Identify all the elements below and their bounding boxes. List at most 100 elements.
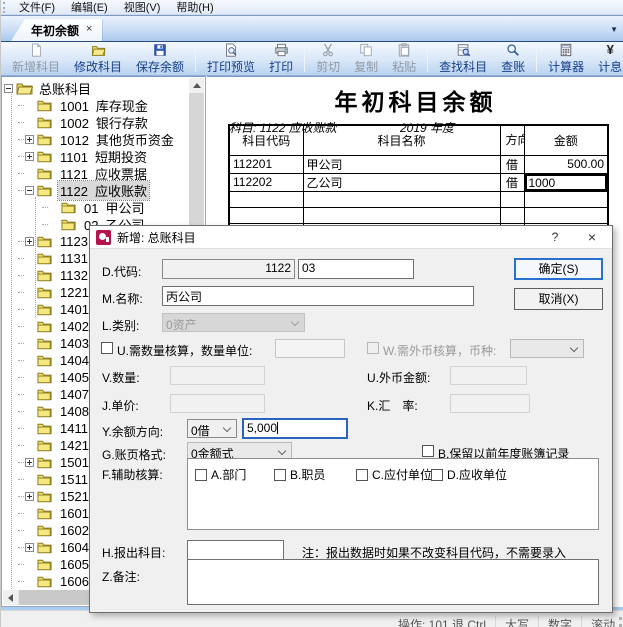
aux-option-receivable[interactable]: D.应收单位 [431, 466, 507, 483]
keep-history-checkbox[interactable] [422, 445, 434, 457]
toolbar-separator [304, 46, 305, 72]
save-balance-button[interactable]: 保存余额 [129, 43, 191, 75]
tree-expand-toggle[interactable] [25, 237, 34, 246]
folder-icon [37, 354, 54, 367]
cancel-button[interactable]: 取消(X) [514, 288, 603, 310]
tree-item[interactable]: 01甲公司 [2, 199, 188, 216]
code-parent-field[interactable]: 1122 [162, 259, 295, 279]
app-logo-icon [96, 230, 111, 245]
price-field[interactable] [170, 394, 265, 413]
aux-option-staff[interactable]: B.职员 [274, 466, 325, 483]
cell-code: 112202 [229, 173, 303, 191]
tree-guide [18, 428, 24, 429]
dialog-title-bar[interactable]: 新增: 总账科目 ? × [90, 226, 612, 249]
tree-root-item[interactable]: 总账科目 [2, 80, 188, 97]
tree-item[interactable]: 1001库存现金 [2, 97, 188, 114]
tab-opening-balance[interactable]: 年初余额 × [11, 19, 102, 41]
dialog-close-button[interactable]: × [576, 226, 608, 249]
tree-guide [18, 241, 24, 242]
cell-amount[interactable]: 500.00 [524, 155, 608, 173]
folder-icon [61, 201, 78, 214]
tree-guide [42, 207, 48, 208]
new-subject-button[interactable]: 新增科目 [5, 43, 67, 75]
type-select[interactable]: 0资产 [162, 313, 305, 332]
print-preview-button[interactable]: 打印预览 [200, 43, 262, 75]
paste-button[interactable]: 粘贴 [385, 43, 423, 75]
tree-expand-toggle[interactable] [25, 135, 34, 144]
table-row[interactable] [229, 191, 608, 207]
dept-checkbox[interactable] [195, 469, 207, 481]
tree-expand-toggle[interactable] [25, 186, 34, 195]
scroll-up-icon[interactable] [189, 78, 204, 93]
tree-item[interactable]: 1122应收账款 [2, 182, 188, 199]
tree-item[interactable]: 1012其他货币资金 [2, 131, 188, 148]
fx-amount-field[interactable] [450, 366, 527, 385]
menu-item[interactable]: 帮助(H) [168, 0, 221, 16]
rate-field[interactable] [450, 394, 530, 413]
cut-button[interactable]: 剪切 [309, 43, 347, 75]
code-child-field[interactable]: 03 [298, 259, 414, 279]
calculator-button[interactable]: 计算器 [541, 43, 591, 75]
audit-button[interactable]: 查账 [494, 43, 532, 75]
cell-amount[interactable] [524, 207, 608, 223]
interest-button[interactable]: ¥ 计息 [591, 43, 623, 75]
fx-check-label: W.需外币核算，币种: [383, 342, 496, 359]
report-subject-field[interactable] [187, 540, 284, 560]
tree-guide [18, 581, 24, 582]
folder-icon [37, 303, 54, 316]
folder-icon [37, 252, 54, 265]
menu-item[interactable]: 视图(V) [116, 0, 169, 16]
copy-button[interactable]: 复制 [347, 43, 385, 75]
fx-accounting-checkbox[interactable] [367, 342, 379, 354]
tree-item[interactable]: 1002银行存款 [2, 114, 188, 131]
memo-textarea[interactable] [187, 559, 599, 605]
ok-button[interactable]: 确定(S) [514, 258, 603, 280]
direction-select[interactable]: 0借 [187, 419, 237, 438]
receivable-checkbox[interactable] [431, 469, 443, 481]
table-row[interactable]: 112201 甲公司 借 500.00 [229, 155, 608, 173]
tree-guide [18, 530, 24, 531]
qty-accounting-checkbox[interactable] [101, 342, 113, 354]
tree-expand-toggle[interactable] [25, 543, 34, 552]
aux-option-dept[interactable]: A.部门 [195, 466, 246, 483]
currency-select[interactable] [510, 339, 584, 358]
folder-icon [37, 541, 54, 554]
menu-item[interactable]: 文件(F) [11, 0, 63, 16]
dialog-help-button[interactable]: ? [540, 226, 570, 249]
scissors-icon [321, 43, 335, 57]
folder-icon [37, 99, 54, 112]
tree-expand-toggle[interactable] [25, 492, 34, 501]
tree-item[interactable]: 1121应收票据 [2, 165, 188, 182]
name-label: M.名称: [102, 290, 143, 307]
aux-label: F.辅助核算: [102, 466, 163, 483]
tree-guide [18, 292, 24, 293]
balance-field[interactable]: 5,000 [242, 418, 348, 439]
cell-amount[interactable] [524, 191, 608, 207]
tree-item[interactable]: 1101短期投资 [2, 148, 188, 165]
qty-unit-field[interactable] [275, 339, 345, 358]
tab-overflow-icon[interactable]: ▼ [610, 25, 618, 34]
scroll-left-icon[interactable] [3, 590, 18, 605]
edit-subject-button[interactable]: 修改科目 [67, 43, 129, 75]
rate-label: K.汇 率: [367, 397, 418, 414]
tree-expand-toggle[interactable] [4, 84, 13, 93]
tab-close-icon[interactable]: × [86, 23, 92, 35]
name-field[interactable]: 丙公司 [162, 286, 474, 306]
tree-expand-toggle[interactable] [25, 152, 34, 161]
cell-amount[interactable]: 1000 [524, 173, 608, 191]
print-button[interactable]: 打印 [262, 43, 300, 75]
aux-option-payable[interactable]: C.应付单位 [356, 466, 432, 483]
find-subject-button[interactable]: 查找科目 [432, 43, 494, 75]
table-row[interactable]: 112202 乙公司 借 1000 [229, 173, 608, 191]
tree-expand-toggle[interactable] [25, 458, 34, 467]
col-header-name: 科目名称 [303, 125, 500, 155]
resize-grip[interactable] [612, 617, 622, 627]
payable-checkbox[interactable] [356, 469, 368, 481]
tab-label: 年初余额 [31, 22, 79, 39]
folder-icon [37, 439, 54, 452]
qty-field[interactable] [170, 366, 265, 385]
open-folder-icon [91, 43, 106, 57]
staff-checkbox[interactable] [274, 469, 286, 481]
menu-item[interactable]: 编辑(E) [63, 0, 116, 16]
table-row[interactable] [229, 207, 608, 223]
